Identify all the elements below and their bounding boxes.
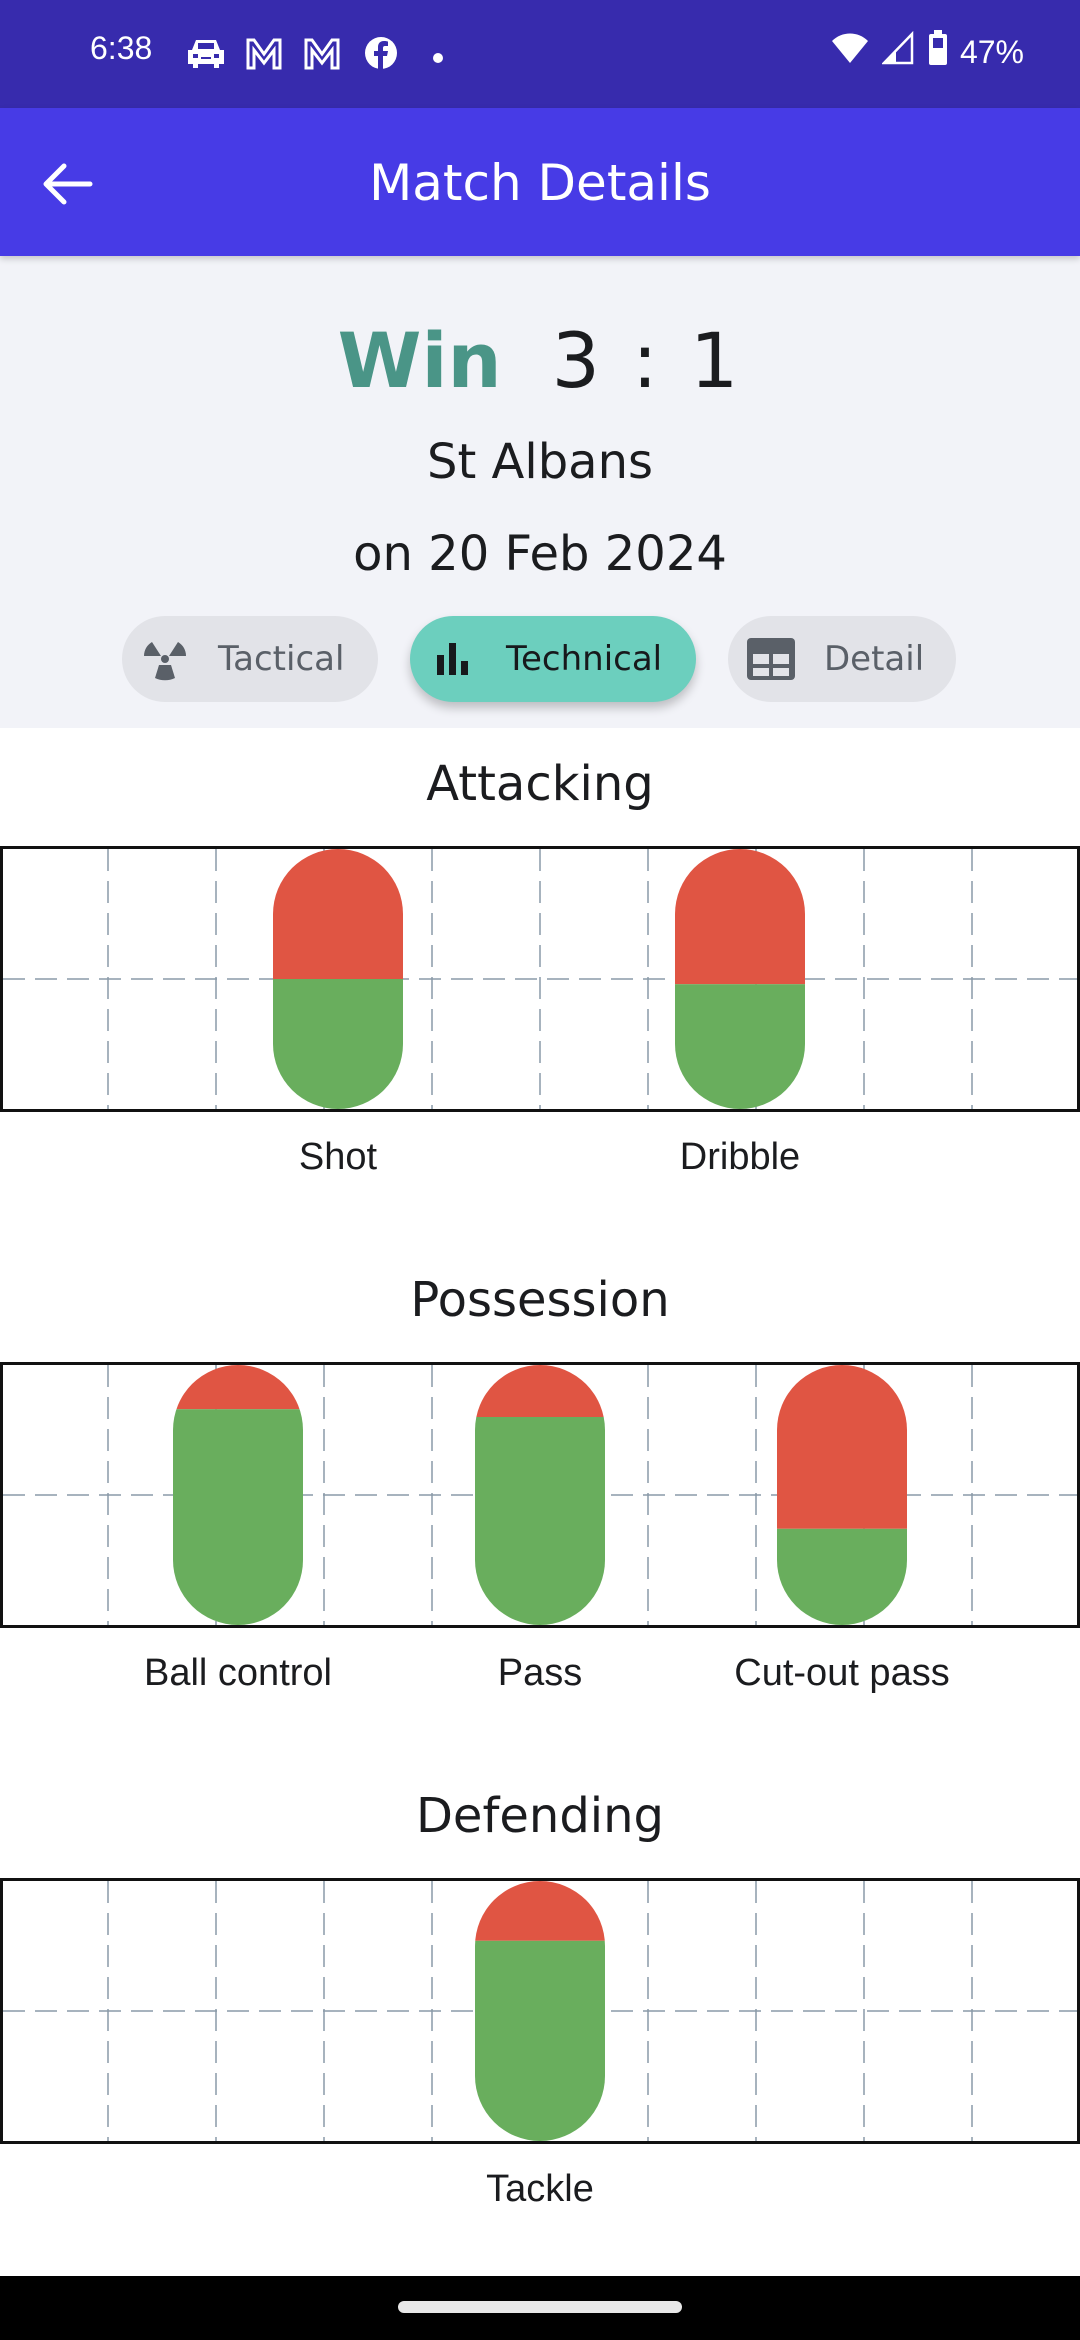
bar-cut-out-pass[interactable] [777,1365,907,1625]
dot-icon [433,48,443,67]
bar-label: Cut-out pass [734,1652,950,1694]
tab-label: Tactical [218,639,345,679]
table-icon [746,634,796,684]
view-tabs: Tactical Technical Detail [0,616,1080,702]
tab-label: Detail [824,639,925,679]
bar-label: Tackle [486,2168,594,2210]
match-date: on 20 Feb 2024 [353,526,727,582]
radiation-icon [140,634,190,684]
bar-segment-unsuccessful [777,1365,907,1529]
bar-segment-successful [675,984,805,1109]
bar-label: Pass [497,1652,583,1694]
gmail-icon [302,36,342,74]
opponent-name: St Albans [426,434,654,490]
bar-ball-control[interactable] [173,1365,303,1625]
facebook-icon [364,36,398,74]
bar-dribble[interactable] [675,849,805,1109]
bar-segment-unsuccessful [675,849,805,985]
tab-technical[interactable]: Technical [410,616,696,702]
chart-plot [3,1881,1077,2141]
bar-label: Dribble [679,1136,801,1178]
bar-segment-successful [475,1940,605,2141]
bar-chart-icon [428,634,478,684]
battery-icon [928,30,948,74]
chart-defending [0,1878,1080,2144]
bar-segment-successful [173,1409,303,1625]
chart-attacking [0,846,1080,1112]
result-label: Win [337,316,502,405]
result-line: Win 3 : 1 [0,316,1080,406]
status-time: 6:38 [90,30,153,66]
bar-label: Shot [298,1136,378,1178]
home-handle[interactable] [398,2301,682,2313]
wifi-icon [830,31,870,73]
score: 3 : 1 [551,316,743,405]
tab-tactical[interactable]: Tactical [122,616,378,702]
bar-tackle[interactable] [475,1881,605,2141]
bar-shot[interactable] [273,849,403,1109]
bar-segment-unsuccessful [475,1365,605,1417]
tab-label: Technical [506,639,663,679]
navigation-bar [0,2276,1080,2340]
page-title: Match Details [369,154,711,212]
match-summary: Win 3 : 1 St Albans on 20 Feb 2024 Tactic… [0,256,1080,728]
bar-label: Ball control [144,1652,332,1694]
signal-icon [881,30,916,73]
section-title: Attacking [426,756,654,812]
bar-segment-unsuccessful [475,1881,605,1941]
bar-segment-successful [777,1528,907,1625]
section-title: Defending [415,1788,665,1844]
bar-segment-successful [273,979,403,1109]
bar-pass[interactable] [475,1365,605,1625]
chart-possession [0,1362,1080,1628]
gmail-icon [244,36,284,74]
tab-detail[interactable]: Detail [728,616,956,702]
car-icon [186,36,226,74]
app-bar: Match Details [0,108,1080,256]
status-bar: 6:38 47% [0,0,1080,108]
bar-segment-unsuccessful [173,1365,303,1410]
chart-plot [3,1365,1077,1625]
battery-percent: 47% [959,33,1024,70]
status-right: 47% [830,30,1024,74]
chart-plot [3,849,1077,1109]
bar-segment-successful [475,1417,605,1625]
section-title: Possession [410,1272,670,1328]
bar-segment-unsuccessful [273,849,403,979]
